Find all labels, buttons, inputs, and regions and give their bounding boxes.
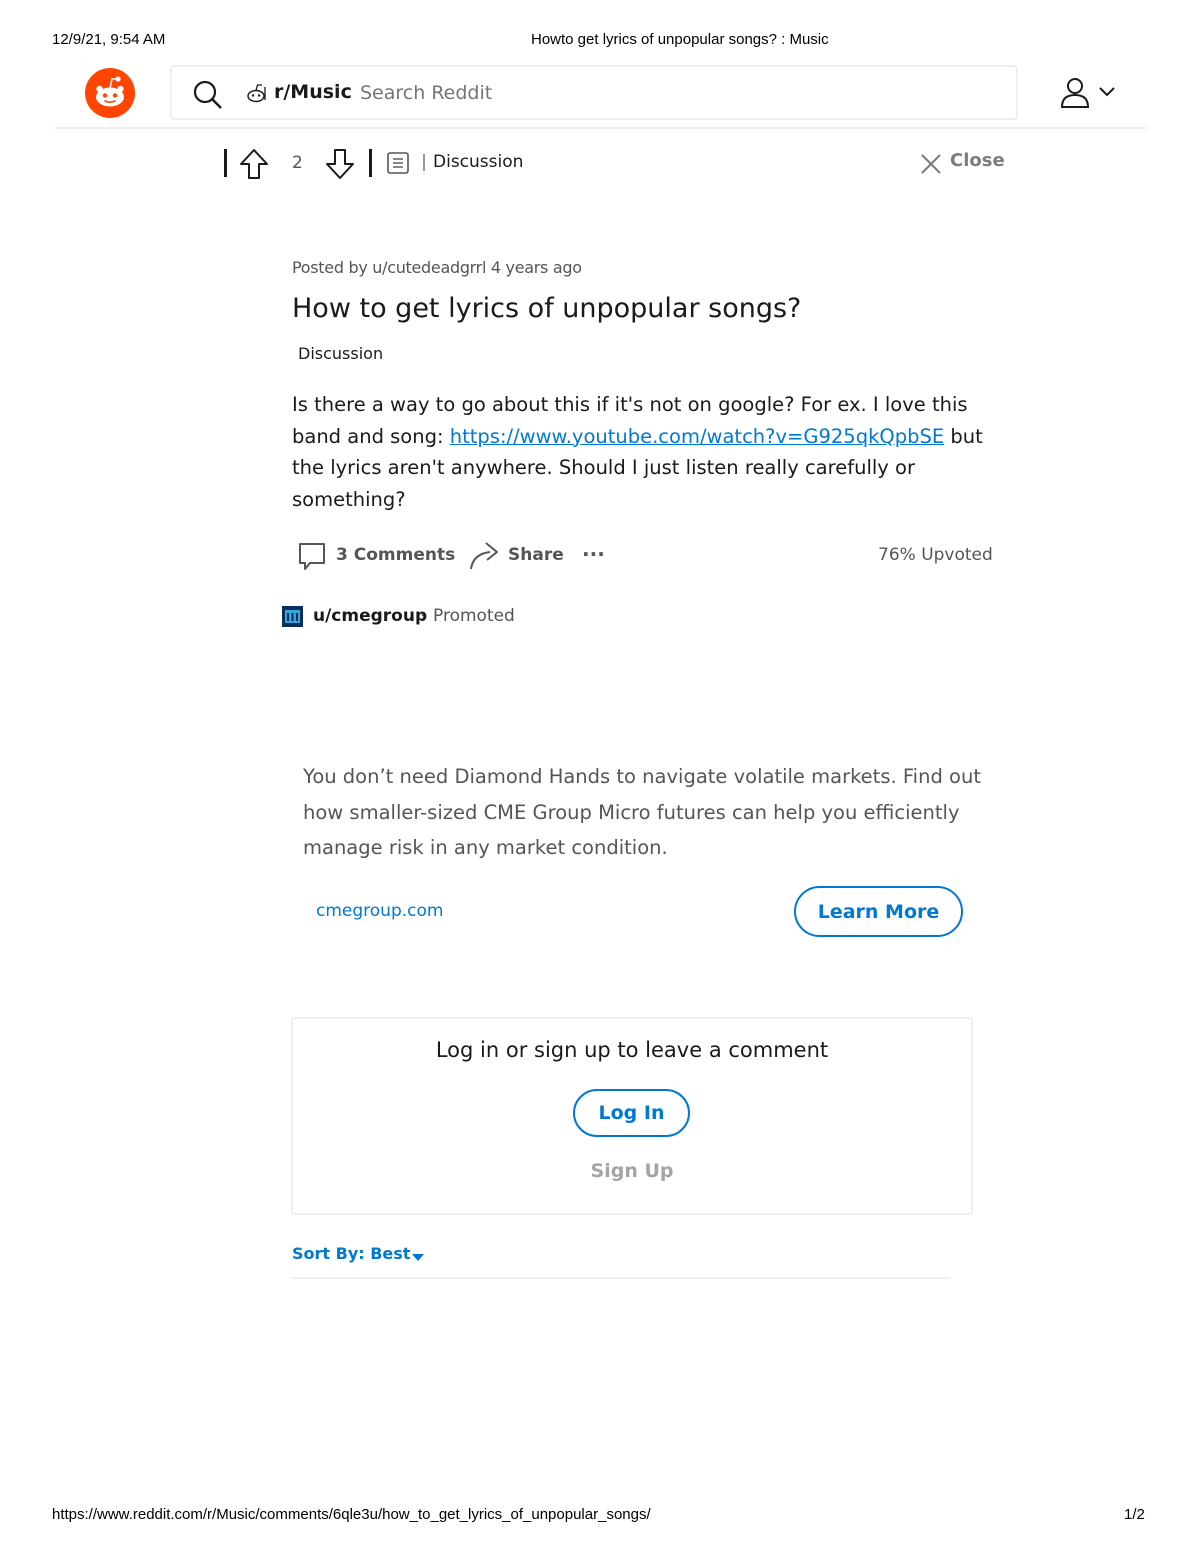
print-url: https://www.reddit.com/r/Music/comments/… xyxy=(52,1506,651,1523)
search-input[interactable] xyxy=(360,79,960,107)
share-button[interactable]: Share xyxy=(468,538,564,572)
comment-icon xyxy=(299,543,325,570)
upvote-ratio: 76% Upvoted xyxy=(878,545,993,565)
header-divider xyxy=(55,127,1147,129)
chevron-down-icon xyxy=(1099,87,1115,97)
subreddit-music-icon xyxy=(247,84,266,103)
youtube-link[interactable]: https://www.youtube.com/watch?v=G925qkQp… xyxy=(450,425,944,448)
close-button[interactable]: Close xyxy=(919,150,1005,176)
user-icon xyxy=(1060,78,1090,108)
toolbar-divider xyxy=(369,149,372,177)
subreddit-label[interactable]: r/Music xyxy=(274,81,352,103)
cmegroup-avatar-icon xyxy=(282,606,303,627)
toolbar-flair: Discussion xyxy=(433,152,524,172)
login-button[interactable]: Log In xyxy=(573,1089,690,1137)
post-text-icon xyxy=(387,152,409,174)
share-label: Share xyxy=(508,545,564,565)
vote-count: 2 xyxy=(292,153,303,173)
share-icon xyxy=(470,542,498,570)
upvote-icon[interactable] xyxy=(238,147,270,181)
post-flair[interactable]: Discussion xyxy=(298,344,383,363)
downvote-icon[interactable] xyxy=(324,147,356,181)
user-menu-button[interactable] xyxy=(1058,76,1118,110)
more-options-icon[interactable]: ··· xyxy=(582,542,605,566)
promoted-user[interactable]: u/cmegroup xyxy=(313,606,427,626)
comments-button[interactable]: 3 Comments xyxy=(296,540,455,572)
post-body: Is there a way to go about this if it's … xyxy=(292,389,992,515)
reddit-logo[interactable] xyxy=(85,68,135,118)
post-title: How to get lyrics of unpopular songs? xyxy=(292,293,802,324)
sort-label: Sort By: Best xyxy=(292,1244,411,1263)
ad-text: You don’t need Diamond Hands to navigate… xyxy=(303,765,981,859)
search-icon xyxy=(193,80,222,109)
toolbar-divider xyxy=(224,149,227,177)
sort-dropdown[interactable]: Sort By: Best xyxy=(292,1244,432,1268)
flair-marker xyxy=(423,154,425,171)
login-prompt-title: Log in or sign up to leave a comment xyxy=(435,1038,829,1062)
sort-divider xyxy=(291,1277,951,1279)
print-datetime: 12/9/21, 9:54 AM xyxy=(52,31,166,48)
promoted-separator: · xyxy=(420,606,426,626)
comments-label: 3 Comments xyxy=(336,545,456,565)
ad-domain-link[interactable]: cmegroup.com xyxy=(316,901,443,921)
print-page-number: 1/2 xyxy=(1124,1506,1145,1523)
reddit-alien-icon xyxy=(96,76,124,107)
search-bar[interactable]: r/Music xyxy=(170,65,1018,120)
learn-more-button[interactable]: Learn More xyxy=(794,886,963,937)
close-label: Close xyxy=(950,150,1005,171)
print-page-title: Howto get lyrics of unpopular songs? : M… xyxy=(531,31,829,48)
caret-down-icon xyxy=(412,1254,424,1261)
post-meta: Posted by u/cutedeadgrrl 4 years ago xyxy=(292,258,582,277)
promoted-tag: Promoted xyxy=(433,606,515,626)
close-icon xyxy=(921,154,941,174)
signup-button[interactable]: Sign Up xyxy=(291,1160,973,1182)
